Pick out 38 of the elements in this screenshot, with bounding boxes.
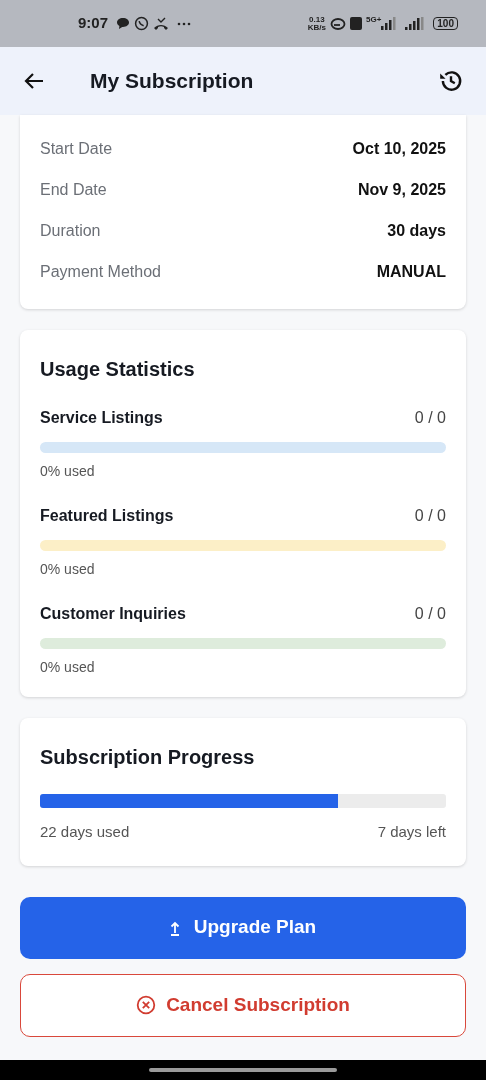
battery-indicator: 100 [433,17,458,30]
card-title: Subscription Progress [40,745,256,770]
link-icon [329,16,346,31]
usage-count: 0 / 0 [414,408,446,428]
usage-caption: 0% used [40,560,96,579]
data-speed-value: 0.13 [309,15,325,24]
detail-label: End Date [40,180,107,200]
cancel-subscription-button[interactable]: Cancel Subscription [20,973,466,1037]
detail-value: Nov 9, 2025 [357,180,446,200]
cancel-circle-icon [136,995,157,1015]
card-title: Usage Statistics [40,357,196,382]
detail-value: Oct 10, 2025 [352,139,446,159]
usage-name: Customer Inquiries [40,604,186,624]
detail-value: 30 days [387,221,446,241]
detail-label: Duration [40,221,101,241]
detail-value: MANUAL [376,262,446,282]
upgrade-plan-button[interactable]: Upgrade Plan [20,896,466,959]
more-icon [177,21,192,26]
history-icon[interactable] [438,68,464,94]
signal-icon [405,17,426,30]
usage-name: Service Listings [40,408,163,428]
usage-caption: 0% used [40,462,96,481]
network-type: 5G+ [365,14,382,26]
usage-count: 0 / 0 [414,506,446,526]
status-time: 9:07 [78,13,109,34]
missed-call-icon [153,16,170,31]
usage-name: Featured Listings [40,506,174,526]
detail-label: Payment Method [40,262,161,282]
usage-caption: 0% used [40,658,96,677]
days-left: 7 days left [377,822,446,842]
chat-icon [116,17,131,30]
detail-label: Start Date [40,139,113,159]
upload-arrow-icon [169,919,180,936]
usage-count: 0 / 0 [414,604,446,624]
signal-icon [381,17,398,30]
data-speed-unit: KB/s [307,23,326,32]
days-used: 22 days used [40,822,130,842]
page-title: My Subscription [90,68,255,95]
